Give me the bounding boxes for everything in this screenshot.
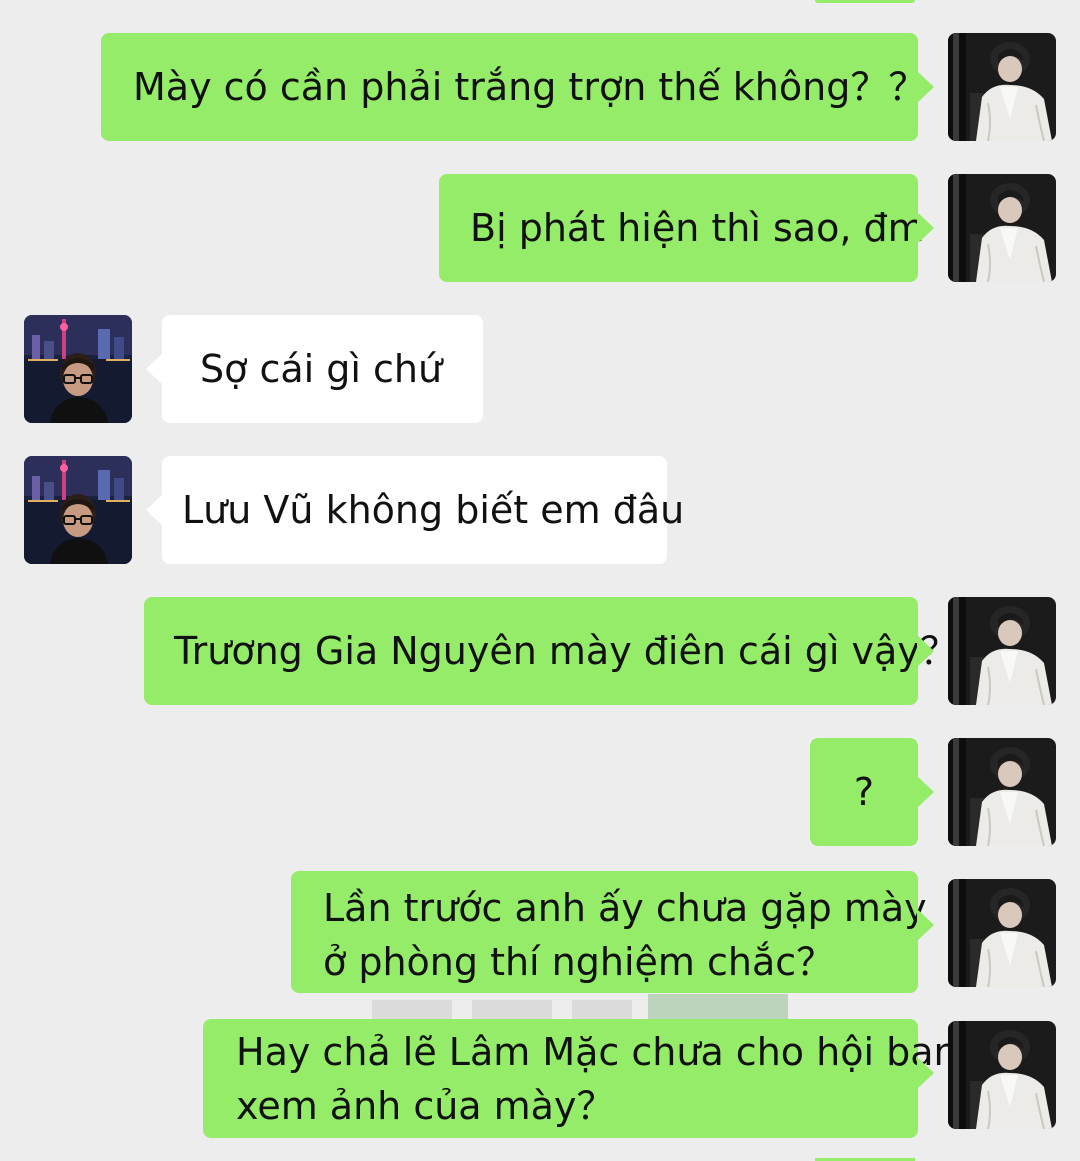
contact-avatar[interactable] bbox=[24, 315, 132, 423]
self-avatar[interactable] bbox=[948, 597, 1056, 705]
avatar-image bbox=[948, 738, 1056, 846]
message-text: Bị phát hiện thì sao, đm bbox=[470, 206, 925, 250]
message-text-line: Lần trước anh ấy chưa gặp mày bbox=[323, 886, 927, 930]
avatar-image bbox=[948, 33, 1056, 141]
avatar-image bbox=[948, 174, 1056, 282]
message-text: Sợ cái gì chứ bbox=[200, 347, 443, 391]
message-text: Mày có cần phải trắng trợn thế không？？ bbox=[133, 65, 927, 109]
avatar-image bbox=[948, 879, 1056, 987]
sent-message-bubble[interactable]: Trương Gia Nguyên mày điên cái gì vậy？ bbox=[144, 597, 958, 705]
self-avatar[interactable] bbox=[948, 879, 1056, 987]
sent-message-bubble[interactable]: Bị phát hiện thì sao, đm bbox=[439, 174, 934, 282]
previous-message-bubble-edge bbox=[815, 0, 915, 3]
self-avatar[interactable] bbox=[948, 174, 1056, 282]
sent-message-bubble[interactable]: Hay chả lẽ Lâm Mặc chưa cho hội bạn xem … bbox=[203, 1019, 958, 1138]
message-text-line: ở phòng thí nghiệm chắc？ bbox=[323, 940, 835, 984]
message-text: Lưu Vũ không biết em đâu bbox=[182, 488, 685, 532]
message-text-line: xem ảnh của mày？ bbox=[236, 1084, 615, 1128]
avatar-image bbox=[24, 456, 132, 564]
avatar-image bbox=[24, 315, 132, 423]
sent-message-bubble[interactable]: Lần trước anh ấy chưa gặp mày ở phòng th… bbox=[291, 871, 934, 993]
self-avatar[interactable] bbox=[948, 738, 1056, 846]
message-text-line: Hay chả lẽ Lâm Mặc chưa cho hội bạn bbox=[236, 1030, 958, 1074]
avatar-image bbox=[948, 597, 1056, 705]
avatar-image bbox=[948, 1021, 1056, 1129]
contact-avatar[interactable] bbox=[24, 456, 132, 564]
sent-message-bubble[interactable]: Mày có cần phải trắng trợn thế không？？ bbox=[101, 33, 934, 141]
self-avatar[interactable] bbox=[948, 33, 1056, 141]
message-text: ? bbox=[853, 770, 875, 814]
message-text: Trương Gia Nguyên mày điên cái gì vậy？ bbox=[174, 629, 958, 673]
received-message-bubble[interactable]: Sợ cái gì chứ bbox=[146, 315, 483, 423]
received-message-bubble[interactable]: Lưu Vũ không biết em đâu bbox=[146, 456, 684, 564]
sent-message-bubble[interactable]: ? bbox=[810, 738, 934, 846]
self-avatar[interactable] bbox=[948, 1021, 1056, 1129]
